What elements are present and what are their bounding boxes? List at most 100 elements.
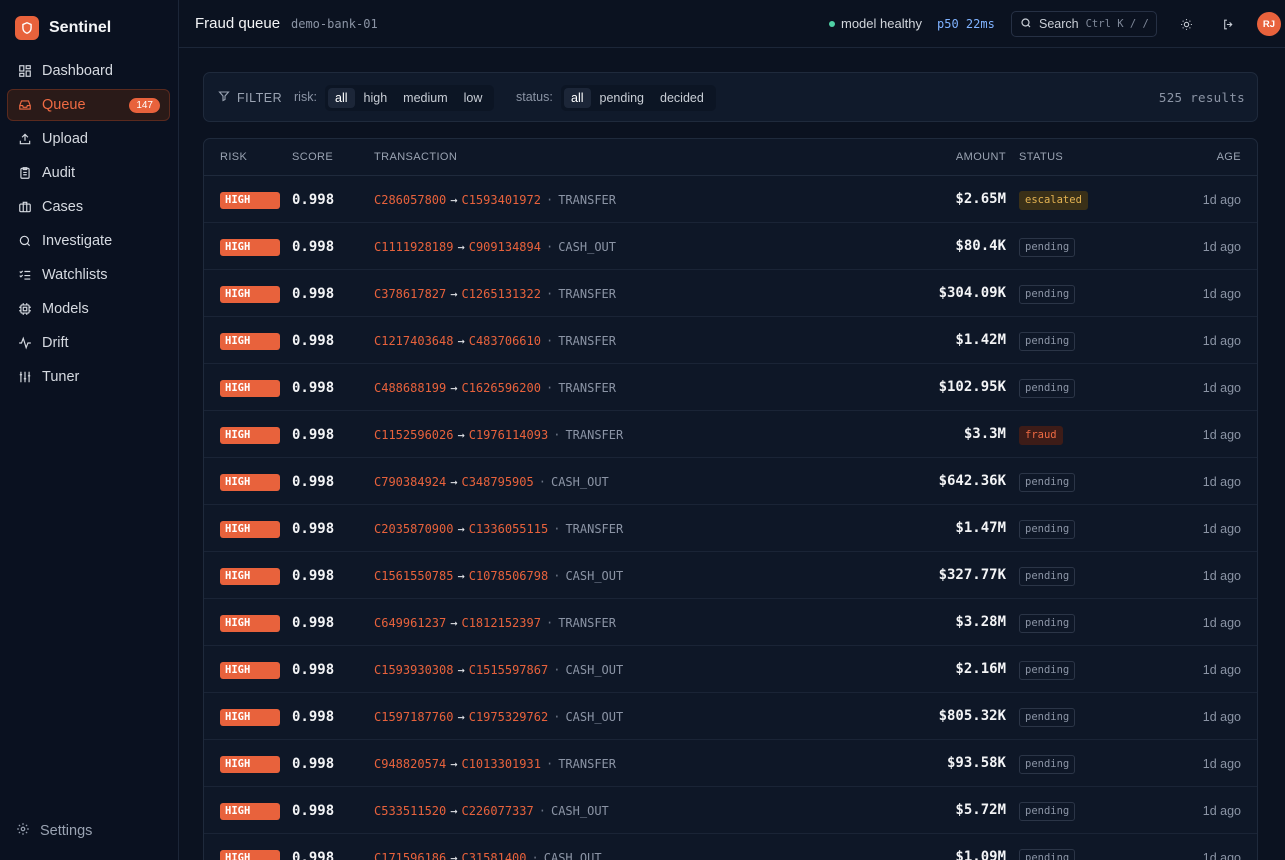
sidebar-item-models[interactable]: Models	[7, 293, 170, 325]
score-value: 0.998	[292, 380, 335, 396]
theme-toggle-sun-icon[interactable]	[1178, 16, 1194, 32]
from-account-link[interactable]: C790384924	[374, 475, 446, 489]
from-account-link[interactable]: C1152596026	[374, 428, 453, 442]
to-account-link[interactable]: C1515597867	[469, 663, 548, 677]
to-account-link[interactable]: C1975329762	[469, 710, 548, 724]
table-row[interactable]: HIGH 0.998 C948820574 → C1013301931 · TRANSFER…	[204, 740, 1257, 787]
to-account-link[interactable]: C1626596200	[461, 381, 540, 395]
sidebar-item-upload[interactable]: Upload	[7, 123, 170, 155]
table-row[interactable]: HIGH 0.998 C1111928189 → C909134894 · CASH_OUT…	[204, 223, 1257, 270]
column-header-status[interactable]: STATUS	[1019, 151, 1063, 163]
risk-filter-all[interactable]: all	[328, 88, 355, 108]
risk-filter-low[interactable]: low	[457, 88, 490, 108]
table-row[interactable]: HIGH 0.998 C533511520 → C226077337 · CASH_OUT $…	[204, 787, 1257, 834]
from-account-link[interactable]: C1593930308	[374, 663, 453, 677]
sidebar-item-investigate[interactable]: Investigate	[7, 225, 170, 257]
shield-logo-icon	[15, 16, 39, 40]
amount-value: $327.77K	[938, 567, 1006, 583]
from-account-link[interactable]: C1561550785	[374, 569, 453, 583]
from-account-link[interactable]: C488688199	[374, 381, 446, 395]
status-filter-pending[interactable]: pending	[593, 88, 652, 108]
sidebar-item-audit[interactable]: Audit	[7, 157, 170, 189]
fraud-queue-table: RISK SCORE TRANSACTION AMOUNT STATUS AGE…	[203, 138, 1258, 860]
status-badge: pending	[1019, 473, 1076, 492]
to-account-link[interactable]: C1812152397	[461, 616, 540, 630]
status-badge: pending	[1019, 285, 1076, 304]
from-account-link[interactable]: C533511520	[374, 804, 446, 818]
table-body: HIGH 0.998 C286057800 → C1593401972 · TRANSFER…	[204, 176, 1257, 860]
table-row[interactable]: HIGH 0.998 C171596186 → C31581400 · CASH_OUT $1…	[204, 834, 1257, 860]
to-account-link[interactable]: C483706610	[469, 334, 541, 348]
search-button[interactable]: Search Ctrl K / /	[1011, 11, 1157, 37]
risk-badge: HIGH	[220, 850, 280, 860]
to-account-link[interactable]: C1336055115	[469, 522, 548, 536]
sidebar-item-drift[interactable]: Drift	[7, 327, 170, 359]
sidebar-item-watchlists[interactable]: Watchlists	[7, 259, 170, 291]
column-header-risk[interactable]: RISK	[220, 151, 247, 163]
status-filter-decided[interactable]: decided	[653, 88, 711, 108]
from-account-link[interactable]: C649961237	[374, 616, 446, 630]
score-value: 0.998	[292, 333, 335, 349]
table-row[interactable]: HIGH 0.998 C790384924 → C348795905 · CASH_OUT $…	[204, 458, 1257, 505]
from-account-link[interactable]: C1111928189	[374, 240, 453, 254]
to-account-link[interactable]: C1976114093	[469, 428, 548, 442]
from-account-link[interactable]: C2035870900	[374, 522, 453, 536]
table-row[interactable]: HIGH 0.998 C2035870900 → C1336055115 · TRANSFE…	[204, 505, 1257, 552]
column-header-transaction[interactable]: TRANSACTION	[374, 151, 457, 163]
separator-dot: ·	[545, 334, 554, 348]
app-name: Sentinel	[49, 19, 112, 36]
from-account-link[interactable]: C1597187760	[374, 710, 453, 724]
risk-filter-medium[interactable]: medium	[396, 88, 454, 108]
table-row[interactable]: HIGH 0.998 C1561550785 → C1078506798 · CASH_OU…	[204, 552, 1257, 599]
to-account-link[interactable]: C1013301931	[461, 757, 540, 771]
table-row[interactable]: HIGH 0.998 C1593930308 → C1515597867 · CASH_OU…	[204, 646, 1257, 693]
to-account-link[interactable]: C226077337	[461, 804, 533, 818]
to-account-link[interactable]: C348795905	[461, 475, 533, 489]
sidebar-item-cases[interactable]: Cases	[7, 191, 170, 223]
to-account-link[interactable]: C31581400	[461, 851, 526, 860]
age-value: 1d ago	[1202, 287, 1241, 301]
transaction-type: TRANSFER	[565, 522, 624, 536]
table-row[interactable]: HIGH 0.998 C286057800 → C1593401972 · TRANSFER…	[204, 176, 1257, 223]
table-row[interactable]: HIGH 0.998 C488688199 → C1626596200 · TRANSFER…	[204, 364, 1257, 411]
amount-value: $5.72M	[955, 802, 1006, 818]
from-account-link[interactable]: C948820574	[374, 757, 446, 771]
from-account-link[interactable]: C171596186	[374, 851, 446, 860]
transaction-type: CASH_OUT	[558, 240, 616, 254]
brand[interactable]: Sentinel	[15, 16, 111, 40]
sidebar-item-label: Watchlists	[42, 267, 108, 283]
risk-filter-high[interactable]: high	[357, 88, 395, 108]
status-badge: pending	[1019, 849, 1076, 860]
table-row[interactable]: HIGH 0.998 C1152596026 → C1976114093 · TRANSFE…	[204, 411, 1257, 458]
separator-dot: ·	[531, 851, 539, 860]
column-header-age[interactable]: AGE	[1217, 151, 1241, 163]
from-account-link[interactable]: C286057800	[374, 193, 446, 207]
amount-value: $3.28M	[955, 614, 1006, 630]
sidebar-item-tuner[interactable]: Tuner	[7, 361, 170, 393]
user-avatar[interactable]: RJ	[1257, 12, 1281, 36]
health-dot-icon	[829, 20, 835, 27]
sliders-icon	[17, 370, 32, 385]
column-header-score[interactable]: SCORE	[292, 151, 333, 163]
transaction-type: TRANSFER	[558, 193, 616, 207]
sidebar-item-queue[interactable]: Queue 147	[7, 89, 170, 121]
table-row[interactable]: HIGH 0.998 C1597187760 → C1975329762 · CASH_OU…	[204, 693, 1257, 740]
to-account-link[interactable]: C1593401972	[461, 193, 540, 207]
transaction-type: CASH_OUT	[565, 569, 624, 583]
sidebar-item-dashboard[interactable]: Dashboard	[7, 55, 170, 87]
from-account-link[interactable]: C378617827	[374, 287, 446, 301]
table-row[interactable]: HIGH 0.998 C1217403648 → C483706610 · TRANSFER…	[204, 317, 1257, 364]
to-account-link[interactable]: C909134894	[469, 240, 541, 254]
sidebar-item-settings[interactable]: Settings	[16, 822, 92, 840]
to-account-link[interactable]: C1078506798	[469, 569, 548, 583]
score-value: 0.998	[292, 803, 335, 819]
arrow-right-icon: →	[457, 710, 465, 724]
separator-dot: ·	[553, 663, 561, 677]
logout-icon[interactable]	[1220, 16, 1236, 32]
status-filter-all[interactable]: all	[564, 88, 591, 108]
to-account-link[interactable]: C1265131322	[461, 287, 540, 301]
from-account-link[interactable]: C1217403648	[374, 334, 453, 348]
column-header-amount[interactable]: AMOUNT	[956, 151, 1006, 163]
table-row[interactable]: HIGH 0.998 C378617827 → C1265131322 · TRANSFER…	[204, 270, 1257, 317]
table-row[interactable]: HIGH 0.998 C649961237 → C1812152397 · TRANSFER…	[204, 599, 1257, 646]
